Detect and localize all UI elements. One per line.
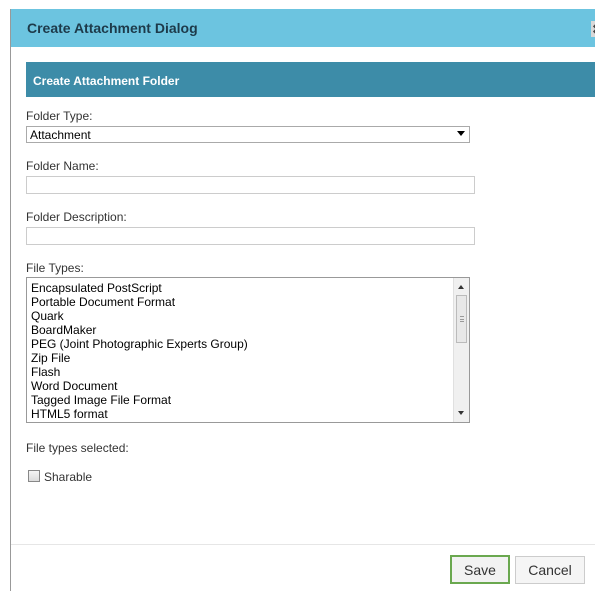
create-attachment-dialog: Create Attachment Dialog ✖ Create Attach… xyxy=(10,9,595,591)
folder-description-input[interactable] xyxy=(26,227,475,245)
list-item[interactable]: Quark xyxy=(31,309,64,323)
section-header: Create Attachment Folder xyxy=(26,62,595,97)
file-types-selected-label: File types selected: xyxy=(26,441,129,455)
list-item[interactable]: Portable Document Format xyxy=(31,295,175,309)
footer-divider xyxy=(11,544,595,545)
close-icon[interactable]: ✖ xyxy=(591,21,595,37)
scroll-down-icon[interactable] xyxy=(458,411,464,415)
chevron-down-icon xyxy=(457,131,465,136)
cancel-button[interactable]: Cancel xyxy=(515,556,585,584)
save-button[interactable]: Save xyxy=(450,555,510,584)
dialog-title-bar[interactable]: Create Attachment Dialog xyxy=(11,9,595,47)
list-item[interactable]: Word Document xyxy=(31,379,117,393)
dialog-title: Create Attachment Dialog xyxy=(27,20,198,36)
list-item[interactable]: Flash xyxy=(31,365,60,379)
list-scrollbar[interactable] xyxy=(453,278,469,422)
folder-type-select[interactable]: Attachment xyxy=(26,126,470,143)
scroll-up-icon[interactable] xyxy=(458,285,464,289)
folder-type-label: Folder Type: xyxy=(26,109,93,123)
scroll-thumb[interactable] xyxy=(456,295,467,343)
list-item[interactable]: Encapsulated PostScript xyxy=(31,281,162,295)
folder-type-value: Attachment xyxy=(30,128,91,142)
list-item[interactable]: Zip File xyxy=(31,351,70,365)
list-item[interactable]: BoardMaker xyxy=(31,323,96,337)
file-types-listbox[interactable]: Encapsulated PostScript Portable Documen… xyxy=(26,277,470,423)
folder-name-label: Folder Name: xyxy=(26,159,99,173)
list-item[interactable]: PEG (Joint Photographic Experts Group) xyxy=(31,337,248,351)
folder-name-input[interactable] xyxy=(26,176,475,194)
grip-icon xyxy=(460,316,464,322)
sharable-label: Sharable xyxy=(44,470,93,484)
file-types-label: File Types: xyxy=(26,261,84,275)
list-item[interactable]: HTML5 format xyxy=(31,407,108,421)
folder-description-label: Folder Description: xyxy=(26,210,127,224)
sharable-checkbox[interactable] xyxy=(28,470,40,482)
list-item[interactable]: Tagged Image File Format xyxy=(31,393,171,407)
